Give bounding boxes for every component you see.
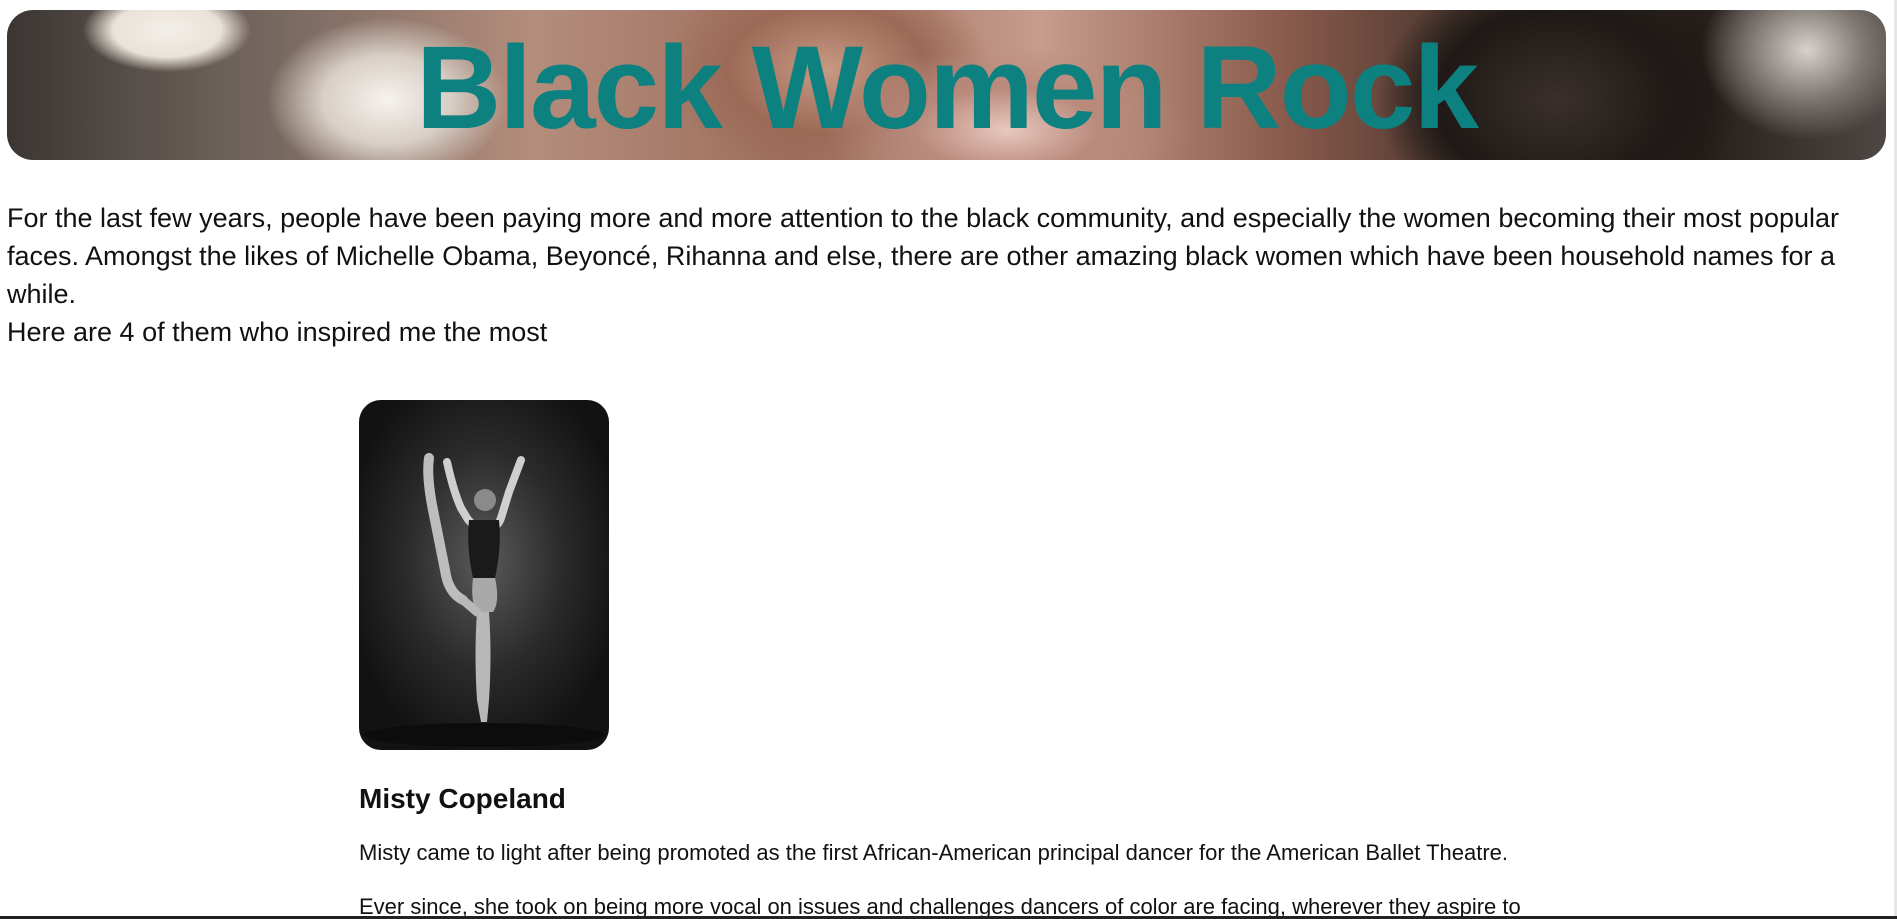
profile-card: Misty Copeland Misty came to light after… [359, 400, 1659, 919]
dancer-silhouette-icon [364, 453, 604, 747]
page: Black Women Rock For the last few years,… [0, 0, 1897, 919]
card-name: Misty Copeland [359, 783, 566, 814]
intro-lead: Here are 4 of them who inspired me the m… [7, 317, 548, 347]
card-description-continued: Ever since, she took on being more vocal… [359, 894, 1521, 919]
intro-section: For the last few years, people have been… [7, 199, 1887, 351]
card-description: Misty came to light after being promoted… [359, 840, 1509, 865]
hero-banner: Black Women Rock [7, 10, 1886, 160]
page-title: Black Women Rock [416, 22, 1479, 154]
ballet-dancer-photo [359, 400, 609, 750]
intro-paragraph: For the last few years, people have been… [7, 203, 1840, 309]
